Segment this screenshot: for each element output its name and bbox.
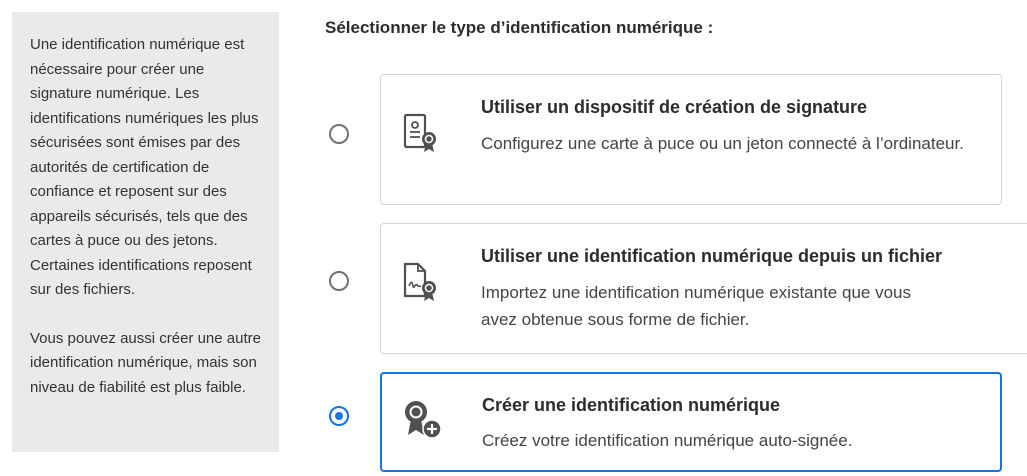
card-desc-signature-device: Configurez une carte à puce ou un jeton … [481, 134, 964, 153]
card-create[interactable]: Créer une identification numérique Créez… [380, 372, 1002, 472]
card-signature-device[interactable]: Utiliser un dispositif de création de si… [380, 74, 1002, 205]
card-title-file: Utiliser une identification numérique de… [481, 246, 943, 266]
info-paragraph-2: Vous pouvez aussi créer une autre identi… [30, 329, 261, 396]
radio-signature-device[interactable] [329, 124, 349, 144]
card-desc-file: Importez une identification numérique ex… [481, 283, 911, 329]
card-title-signature-device: Utiliser un dispositif de création de si… [481, 97, 868, 117]
card-title-create: Créer une identification numérique [482, 395, 781, 415]
card-file[interactable]: Utiliser une identification numérique de… [380, 223, 1027, 354]
radio-file[interactable] [329, 271, 349, 291]
card-desc-create: Créez votre identification numérique aut… [482, 431, 853, 450]
signature-device-icon [403, 113, 441, 153]
page-title: Sélectionner le type d’identification nu… [325, 18, 714, 37]
info-paragraph-1: Une identification numérique est nécessa… [30, 36, 259, 298]
info-text: Une identification numérique est nécessa… [30, 33, 270, 400]
radio-create[interactable] [329, 406, 349, 426]
create-certificate-icon [404, 399, 442, 439]
file-certificate-icon [403, 262, 441, 302]
